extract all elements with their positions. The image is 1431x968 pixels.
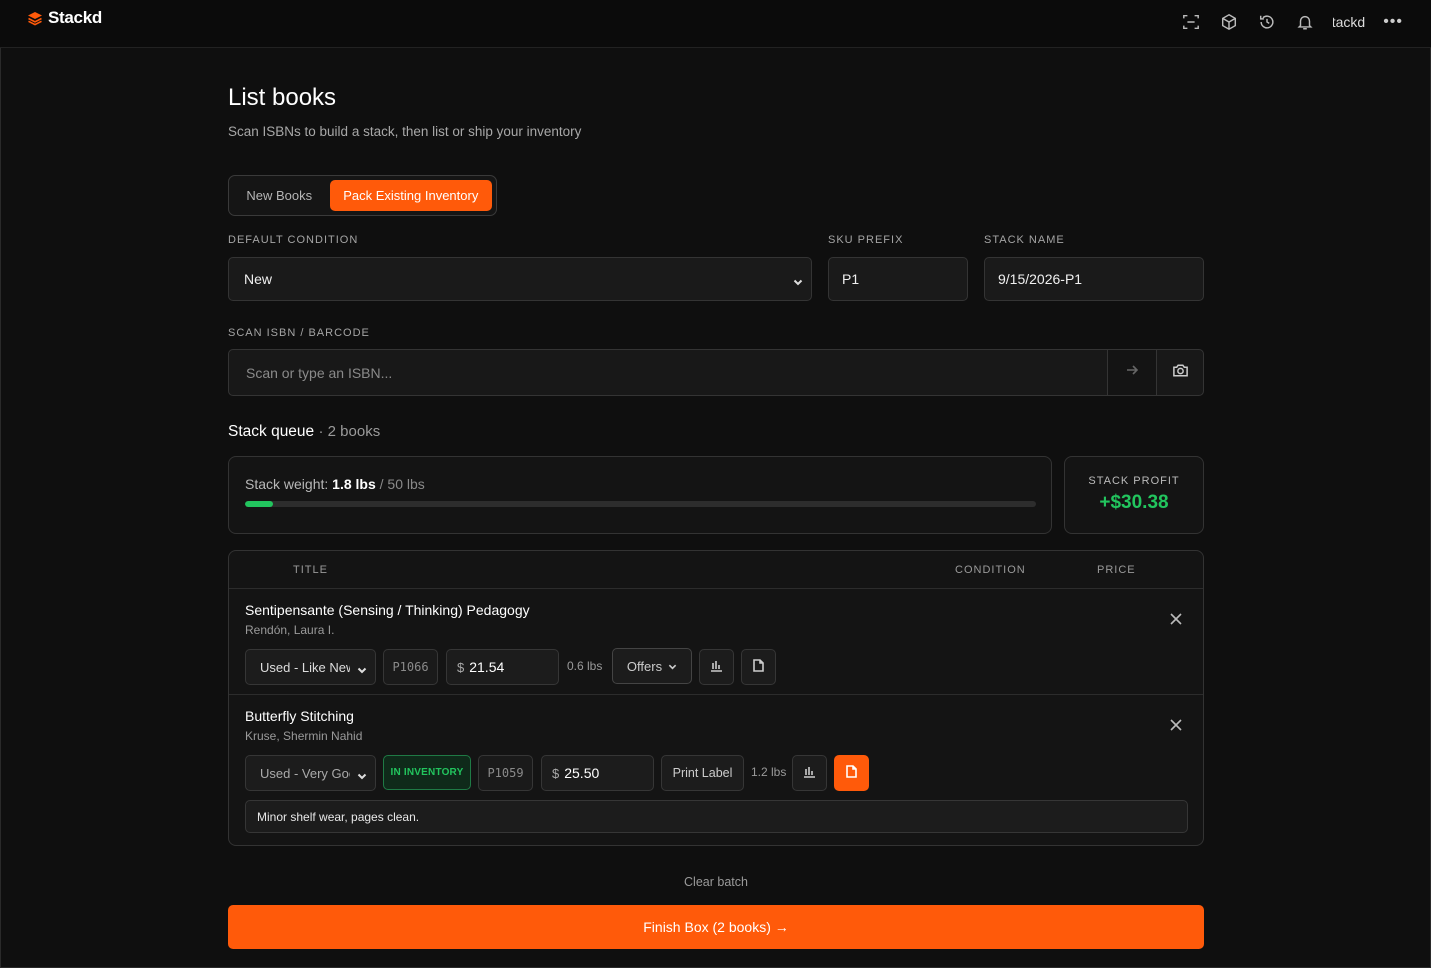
- box-icon[interactable]: [1219, 12, 1239, 32]
- clear-batch-button[interactable]: Clear batch: [228, 875, 1204, 889]
- mode-toggle: New Books Pack Existing Inventory: [228, 175, 497, 216]
- stack-name-value: 9/15/2026-P1: [998, 271, 1083, 287]
- stack-profit-card: STACK PROFIT +$30.38: [1064, 456, 1204, 534]
- sku-field: P1059: [478, 755, 533, 791]
- close-icon: [1169, 613, 1183, 630]
- stack-table: TITLE CONDITION PRICE Sentipensante (Sen…: [228, 550, 1204, 846]
- bar-chart-icon: [709, 658, 724, 676]
- price-value: 21.54: [469, 659, 505, 675]
- top-bar: Stackd stackd •••: [0, 0, 1431, 48]
- price-history-button[interactable]: [792, 755, 827, 791]
- stack-profit-label: STACK PROFIT: [1088, 475, 1180, 487]
- price-input[interactable]: $ 25.50: [541, 755, 654, 791]
- camera-scan-button[interactable]: [1157, 350, 1204, 395]
- book-weight: 1.2 lbs: [751, 765, 787, 779]
- camera-icon: [1172, 362, 1189, 384]
- logo[interactable]: Stackd: [27, 8, 102, 28]
- book-author: Rendón, Laura I.: [245, 623, 335, 637]
- note-button-active[interactable]: [834, 755, 869, 791]
- chevron-down-icon: [668, 659, 677, 674]
- chevron-down-icon: [793, 274, 803, 286]
- chevron-down-icon: [357, 663, 367, 674]
- default-condition-label: DEFAULT CONDITION: [228, 234, 359, 246]
- sku-prefix-value: P1: [842, 271, 860, 287]
- print-label-button[interactable]: Print Label: [661, 755, 744, 791]
- stack-queue-heading: Stack queue · 2 books: [228, 423, 380, 441]
- condition-value: Used - Like New: [260, 659, 350, 675]
- page-subtitle: Scan ISBNs to build a stack, then list o…: [228, 124, 582, 139]
- currency-symbol: $: [457, 659, 465, 675]
- header-price: PRICE: [1097, 564, 1136, 576]
- tab-new-books[interactable]: New Books: [233, 180, 326, 211]
- stack-logo-icon: [27, 10, 43, 26]
- header-title: TITLE: [293, 564, 328, 576]
- stack-name-input[interactable]: 9/15/2026-P1: [984, 257, 1204, 301]
- header-condition: CONDITION: [955, 564, 1026, 576]
- more-icon[interactable]: •••: [1383, 13, 1403, 31]
- condition-value: Used - Very Good: [260, 765, 350, 781]
- book-author: Kruse, Shermin Nahid: [245, 729, 363, 743]
- scan-frame-icon[interactable]: [1181, 12, 1201, 32]
- default-condition-select[interactable]: New: [228, 257, 812, 301]
- price-history-button[interactable]: [699, 649, 734, 685]
- weight-label: Stack weight:: [245, 476, 329, 492]
- weight-progress-track: [245, 501, 1036, 507]
- user-name[interactable]: stackd: [1333, 14, 1365, 30]
- tab-pack-existing-inventory[interactable]: Pack Existing Inventory: [329, 180, 492, 211]
- page-title: List books: [228, 84, 337, 111]
- offers-label: Offers: [626, 658, 663, 674]
- currency-symbol: $: [552, 765, 560, 781]
- isbn-input[interactable]: Scan or type an ISBN...: [229, 350, 1108, 395]
- condition-note-input[interactable]: Minor shelf wear, pages clean.: [245, 800, 1188, 833]
- sku-field: P1066: [383, 649, 438, 685]
- chevron-down-icon: [357, 769, 367, 780]
- stack-profit-value: +$30.38: [1099, 492, 1169, 513]
- table-header: TITLE CONDITION PRICE: [229, 551, 1203, 589]
- weight-progress-fill: [245, 501, 274, 507]
- status-badge: IN INVENTORY: [383, 755, 471, 790]
- scan-label: SCAN ISBN / BARCODE: [228, 327, 370, 339]
- arrow-right-icon: [1125, 363, 1139, 382]
- weight-value: 1.8 lbs: [332, 476, 376, 492]
- table-row: Butterfly Stitching Kruse, Shermin Nahid…: [229, 695, 1203, 845]
- weight-max: / 50 lbs: [379, 476, 425, 492]
- stack-queue-count: · 2 books: [318, 423, 381, 440]
- condition-select[interactable]: Used - Like New: [245, 649, 376, 685]
- top-actions: stackd •••: [1181, 12, 1403, 32]
- bell-icon[interactable]: [1295, 12, 1315, 32]
- default-condition-value: New: [244, 271, 273, 287]
- app-name: Stackd: [48, 8, 102, 27]
- book-weight: 0.6 lbs: [567, 659, 603, 673]
- document-icon: [844, 764, 859, 782]
- book-title[interactable]: Sentipensante (Sensing / Thinking) Pedag…: [245, 602, 530, 618]
- finish-box-button[interactable]: Finish Box (2 books) →: [228, 905, 1204, 949]
- note-button[interactable]: [741, 649, 776, 685]
- submit-isbn-button[interactable]: [1108, 350, 1157, 395]
- stack-weight-card: Stack weight: 1.8 lbs / 50 lbs: [228, 456, 1052, 534]
- scan-group: Scan or type an ISBN...: [228, 349, 1204, 396]
- remove-book-button[interactable]: [1169, 718, 1183, 732]
- price-value: 25.50: [564, 765, 600, 781]
- book-title[interactable]: Butterfly Stitching: [245, 708, 354, 724]
- document-icon: [751, 658, 766, 676]
- sku-prefix-input[interactable]: P1: [828, 257, 968, 301]
- offers-button[interactable]: Offers: [612, 648, 692, 684]
- table-row: Sentipensante (Sensing / Thinking) Pedag…: [229, 589, 1203, 695]
- price-input[interactable]: $ 21.54: [446, 649, 559, 685]
- condition-select[interactable]: Used - Very Good: [245, 755, 376, 791]
- stack-queue-title: Stack queue: [228, 423, 315, 440]
- history-icon[interactable]: [1257, 12, 1277, 32]
- stack-name-label: STACK NAME: [984, 234, 1065, 246]
- sku-prefix-label: SKU PREFIX: [828, 234, 904, 246]
- close-icon: [1169, 719, 1183, 736]
- bar-chart-icon: [802, 764, 817, 782]
- stack-weight-text: Stack weight: 1.8 lbs / 50 lbs: [245, 476, 425, 492]
- remove-book-button[interactable]: [1169, 612, 1183, 626]
